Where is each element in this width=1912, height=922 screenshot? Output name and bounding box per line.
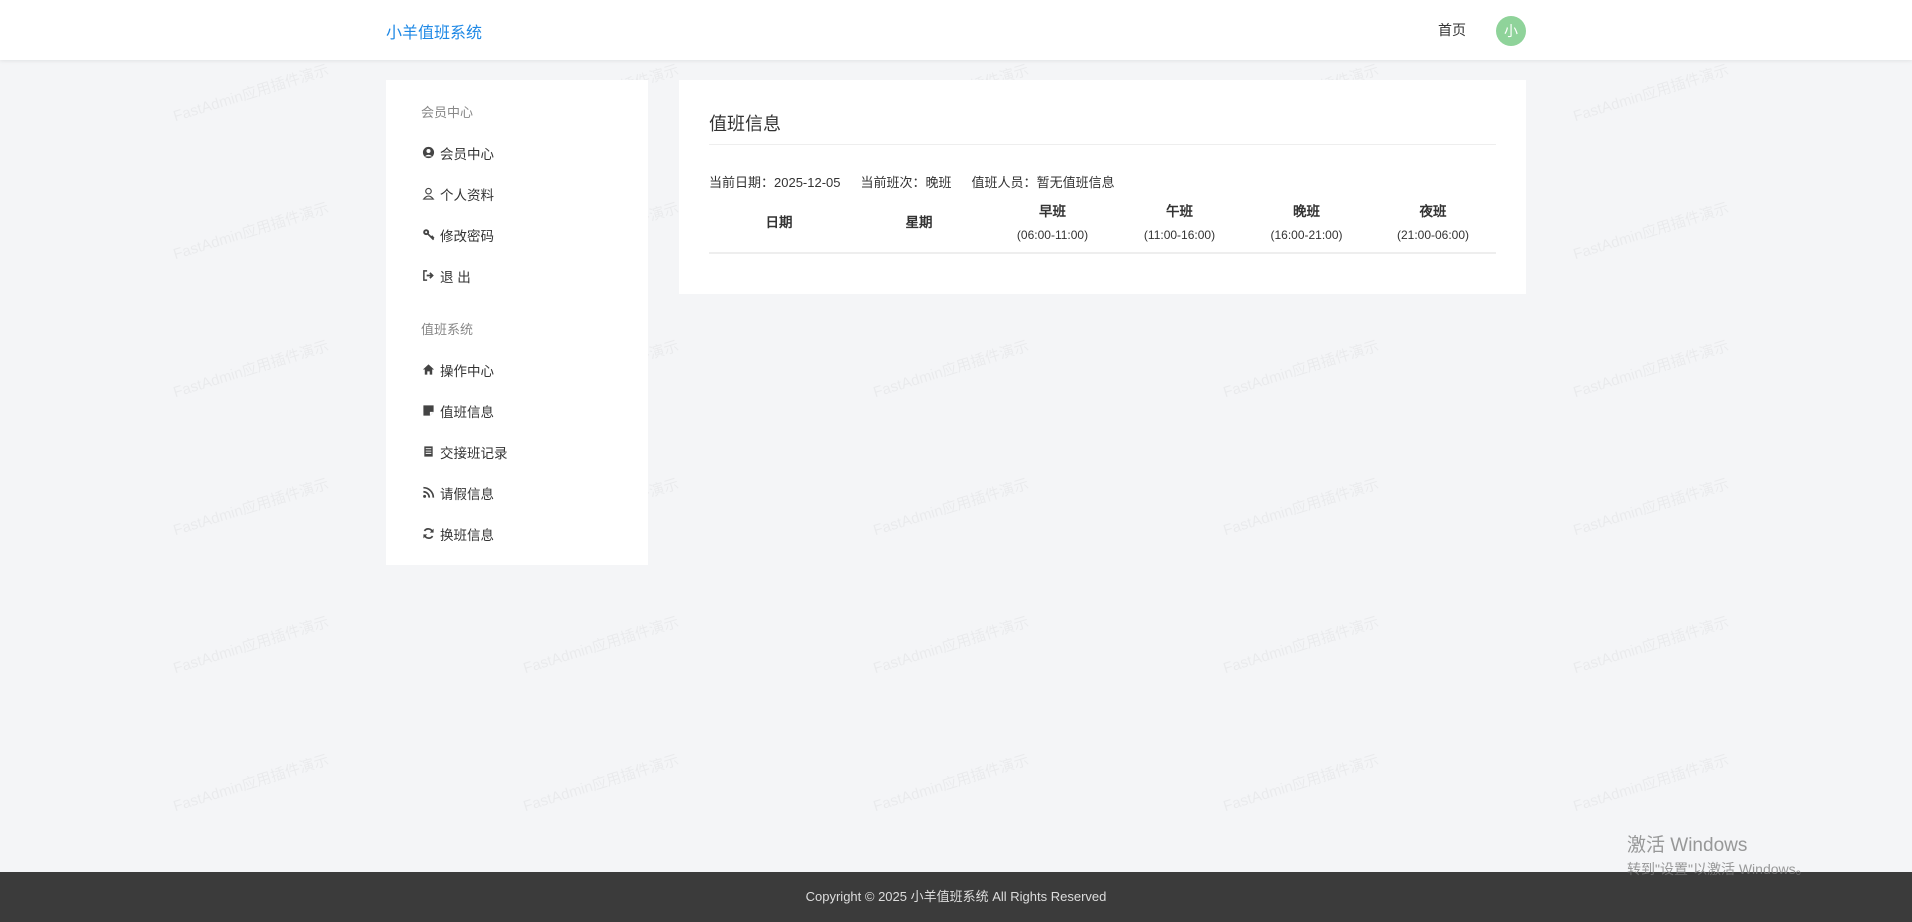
- sidebar-item-shift-swap[interactable]: 换班信息: [421, 524, 494, 544]
- page-title: 值班信息: [709, 114, 781, 134]
- column-label: 日期: [765, 215, 793, 230]
- watermark-text: FastAdmin应用插件演示: [170, 59, 331, 126]
- column-header-night-shift: 夜班 (21:00-06:00): [1370, 196, 1496, 254]
- user-icon: [421, 187, 435, 201]
- sidebar-section-duty: 值班系统: [421, 322, 474, 337]
- sidebar-section-member: 会员中心: [421, 105, 474, 120]
- watermark-text: FastAdmin应用插件演示: [870, 473, 1031, 540]
- sidebar-item-label: 修改密码: [440, 229, 494, 244]
- shift-table: 日期 星期 早班 (06:00-11:00) 午班 (11:00-16:00) 晚班…: [709, 196, 1496, 254]
- sidebar-item-label: 换班信息: [440, 528, 494, 543]
- sidebar-item-profile[interactable]: 个人资料: [421, 184, 494, 204]
- sticky-note-icon: [421, 404, 435, 418]
- column-sub-label: (06:00-11:00): [1016, 228, 1089, 242]
- sidebar-item-operation-center[interactable]: 操作中心: [421, 360, 494, 380]
- watermark-text: FastAdmin应用插件演示: [1220, 473, 1381, 540]
- sidebar: 会员中心 会员中心 个人资料 修改密码 退 出 值班系统 操作中心 值班信息 交…: [386, 80, 648, 565]
- watermark-text: FastAdmin应用插件演示: [870, 335, 1031, 402]
- current-shift-label: 当前班次：: [860, 175, 926, 190]
- avatar[interactable]: 小: [1496, 16, 1526, 46]
- duty-person-value: 暂无值班信息: [1036, 175, 1115, 190]
- current-date-info: 当前日期：2025-12-05: [709, 172, 841, 191]
- current-date-value: 2025-12-05: [774, 175, 841, 190]
- sidebar-item-label: 个人资料: [440, 188, 494, 203]
- watermark-text: FastAdmin应用插件演示: [170, 473, 331, 540]
- footer: Copyright © 2025 小羊值班系统 All Rights Reser…: [0, 872, 1912, 922]
- duty-person-info: 值班人员：暂无值班信息: [972, 172, 1115, 191]
- duty-person-label: 值班人员：: [971, 175, 1037, 190]
- watermark-text: FastAdmin应用插件演示: [1220, 335, 1381, 402]
- column-label: 晚班: [1293, 204, 1320, 219]
- column-label: 早班: [1039, 204, 1066, 219]
- sign-out-icon: [421, 269, 435, 283]
- sidebar-item-logout[interactable]: 退 出: [421, 266, 471, 286]
- watermark-text: FastAdmin应用插件演示: [170, 335, 331, 402]
- sidebar-item-duty-info[interactable]: 值班信息: [421, 401, 494, 421]
- watermark-text: FastAdmin应用插件演示: [1570, 335, 1731, 402]
- watermark-text: FastAdmin应用插件演示: [170, 749, 331, 816]
- refresh-icon: [421, 527, 435, 541]
- column-sub-label: (16:00-21:00): [1270, 228, 1343, 242]
- column-label: 夜班: [1419, 204, 1447, 219]
- nav-home-link[interactable]: 首页: [1438, 20, 1466, 40]
- list-icon: [421, 445, 435, 459]
- watermark-text: FastAdmin应用插件演示: [1570, 197, 1731, 264]
- column-sub-label: (11:00-16:00): [1143, 228, 1216, 242]
- sidebar-item-label: 退 出: [440, 270, 471, 285]
- duty-info-panel: 值班信息 当前日期：2025-12-05 当前班次：晚班 值班人员：暂无值班信息…: [679, 80, 1526, 294]
- watermark-text: FastAdmin应用插件演示: [1570, 749, 1731, 816]
- column-label: 午班: [1166, 204, 1193, 219]
- home-icon: [421, 363, 435, 377]
- title-divider: [709, 144, 1496, 145]
- copyright-text: Copyright © 2025 小羊值班系统 All Rights Reser…: [805, 889, 1107, 904]
- brand-link[interactable]: 小羊值班系统: [386, 19, 482, 43]
- windows-activation-notice: 激活 Windows 转到"设置"以激活 Windows。: [1627, 830, 1810, 879]
- rss-icon: [421, 486, 435, 500]
- sidebar-item-label: 值班信息: [440, 405, 494, 420]
- key-icon: [421, 228, 435, 242]
- watermark-text: FastAdmin应用插件演示: [1220, 611, 1381, 678]
- sidebar-item-label: 交接班记录: [440, 446, 508, 461]
- top-navbar: 小羊值班系统 首页 小: [0, 0, 1912, 60]
- current-shift-value: 晚班: [925, 175, 952, 190]
- sidebar-item-label: 会员中心: [440, 147, 494, 162]
- watermark-text: FastAdmin应用插件演示: [520, 611, 681, 678]
- column-label: 星期: [905, 215, 933, 230]
- column-header-evening-shift: 晚班 (16:00-21:00): [1243, 196, 1370, 254]
- current-shift-info: 当前班次：晚班: [861, 172, 952, 191]
- column-header-weekday: 星期: [849, 196, 989, 254]
- column-sub-label: (21:00-06:00): [1396, 228, 1470, 242]
- watermark-text: FastAdmin应用插件演示: [170, 611, 331, 678]
- sidebar-item-label: 请假信息: [440, 487, 494, 502]
- sidebar-item-handover-records[interactable]: 交接班记录: [421, 442, 508, 462]
- sidebar-item-label: 操作中心: [440, 364, 494, 379]
- activation-hint: 转到"设置"以激活 Windows。: [1627, 861, 1810, 877]
- watermark-text: FastAdmin应用插件演示: [1570, 59, 1731, 126]
- current-status-row: 当前日期：2025-12-05 当前班次：晚班 值班人员：暂无值班信息: [709, 172, 1115, 191]
- watermark-text: FastAdmin应用插件演示: [520, 749, 681, 816]
- user-circle-icon: [421, 146, 435, 160]
- watermark-text: FastAdmin应用插件演示: [1220, 749, 1381, 816]
- sidebar-item-leave-info[interactable]: 请假信息: [421, 483, 494, 503]
- current-date-label: 当前日期：: [709, 175, 775, 190]
- watermark-text: FastAdmin应用插件演示: [1570, 473, 1731, 540]
- sidebar-item-change-password[interactable]: 修改密码: [421, 225, 494, 245]
- column-header-date: 日期: [709, 196, 849, 254]
- watermark-text: FastAdmin应用插件演示: [870, 749, 1031, 816]
- table-header-row: 日期 星期 早班 (06:00-11:00) 午班 (11:00-16:00) 晚班…: [709, 196, 1496, 254]
- column-header-morning-shift: 早班 (06:00-11:00): [989, 196, 1116, 254]
- watermark-text: FastAdmin应用插件演示: [870, 611, 1031, 678]
- activation-title: 激活 Windows: [1627, 835, 1748, 856]
- column-header-noon-shift: 午班 (11:00-16:00): [1116, 196, 1243, 254]
- watermark-text: FastAdmin应用插件演示: [170, 197, 331, 264]
- watermark-text: FastAdmin应用插件演示: [1570, 611, 1731, 678]
- sidebar-item-member-center[interactable]: 会员中心: [421, 143, 494, 163]
